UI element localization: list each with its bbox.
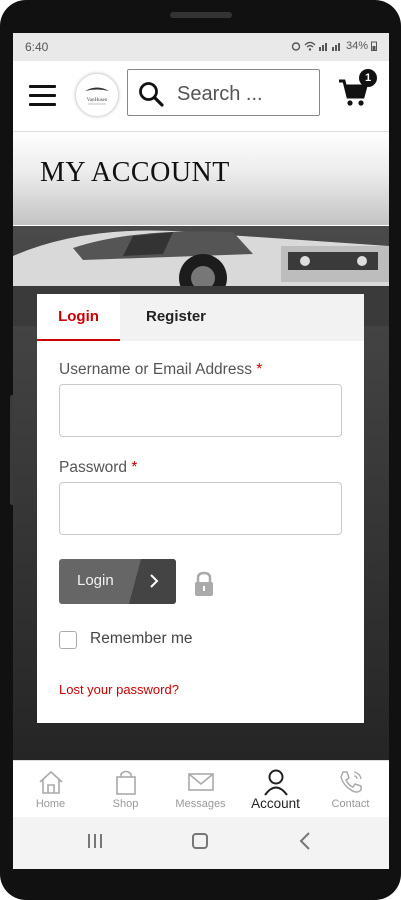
nav-account[interactable]: Account: [238, 761, 313, 818]
lock-icon: [195, 571, 213, 596]
nav-label: Shop: [112, 798, 139, 810]
status-bar: 6:40 34%: [13, 33, 389, 61]
nav-label: Messages: [175, 798, 226, 810]
nav-home[interactable]: Home: [13, 761, 88, 818]
nav-label: Account: [251, 796, 300, 811]
password-label: Password *: [59, 459, 137, 477]
nav-shop[interactable]: Shop: [88, 761, 163, 818]
system-navigation: [13, 817, 389, 869]
remember-me-checkbox[interactable]: [59, 631, 77, 649]
username-label-text: Username or Email Address: [59, 361, 252, 378]
home-button-icon[interactable]: [190, 831, 210, 851]
shopping-bag-icon: [116, 770, 136, 795]
search-placeholder: Search ...: [177, 83, 263, 105]
signal-icon: [318, 43, 340, 51]
nav-label: Contact: [331, 798, 370, 810]
tab-login[interactable]: Login: [37, 294, 120, 341]
speaker-grille: [170, 12, 232, 18]
envelope-icon: [188, 773, 214, 791]
chevron-right-icon: [150, 574, 159, 588]
wifi-icon: [304, 41, 316, 51]
phone-icon: [340, 771, 362, 793]
recent-apps-icon[interactable]: [85, 831, 105, 851]
tab-register[interactable]: Register: [120, 294, 232, 341]
phone-frame: 6:40 34% VanHusen Search ... 1 MY ACCOUN…: [0, 0, 401, 900]
nav-label: Home: [35, 798, 66, 810]
status-time: 6:40: [25, 40, 49, 54]
home-icon: [39, 770, 63, 794]
password-label-text: Password: [59, 459, 128, 476]
cart-count-badge: 1: [359, 69, 377, 87]
logo-emblem-icon: VanHusen: [85, 87, 109, 105]
cart-button[interactable]: 1: [337, 69, 377, 115]
nav-messages[interactable]: Messages: [163, 761, 238, 818]
screen: 6:40 34% VanHusen Search ... 1 MY ACCOUN…: [13, 33, 389, 869]
remember-me-label[interactable]: Remember me: [90, 630, 193, 648]
app-header: VanHusen Search ... 1: [13, 61, 389, 132]
brand-logo[interactable]: VanHusen: [75, 73, 119, 117]
login-button-label: Login: [77, 572, 114, 589]
svg-text:VanHusen: VanHusen: [87, 98, 108, 103]
back-icon[interactable]: [296, 831, 316, 851]
alarm-icon: [291, 42, 301, 51]
bottom-navigation: Home Shop Messages Account Contact: [13, 760, 389, 818]
battery-icon: [371, 41, 377, 51]
lost-password-link[interactable]: Lost your password?: [59, 682, 179, 697]
username-field[interactable]: [59, 384, 342, 437]
status-icons: 34%: [291, 40, 377, 52]
search-icon: [139, 82, 164, 107]
battery-level: 34%: [345, 40, 368, 52]
required-mark: *: [256, 361, 263, 378]
page-title: MY ACCOUNT: [40, 157, 230, 188]
login-button[interactable]: Login: [59, 559, 176, 604]
required-mark: *: [131, 459, 138, 476]
menu-icon[interactable]: [29, 85, 56, 107]
account-tabs: Login Register: [37, 294, 364, 341]
login-card: Login Register Username or Email Address…: [37, 294, 364, 723]
username-label: Username or Email Address *: [59, 361, 262, 379]
page-hero: MY ACCOUNT: [13, 132, 389, 225]
password-field[interactable]: [59, 482, 342, 535]
nav-contact[interactable]: Contact: [313, 761, 388, 818]
user-icon: [264, 769, 288, 796]
login-arrow: [129, 559, 176, 604]
search-box[interactable]: Search ...: [127, 69, 320, 116]
